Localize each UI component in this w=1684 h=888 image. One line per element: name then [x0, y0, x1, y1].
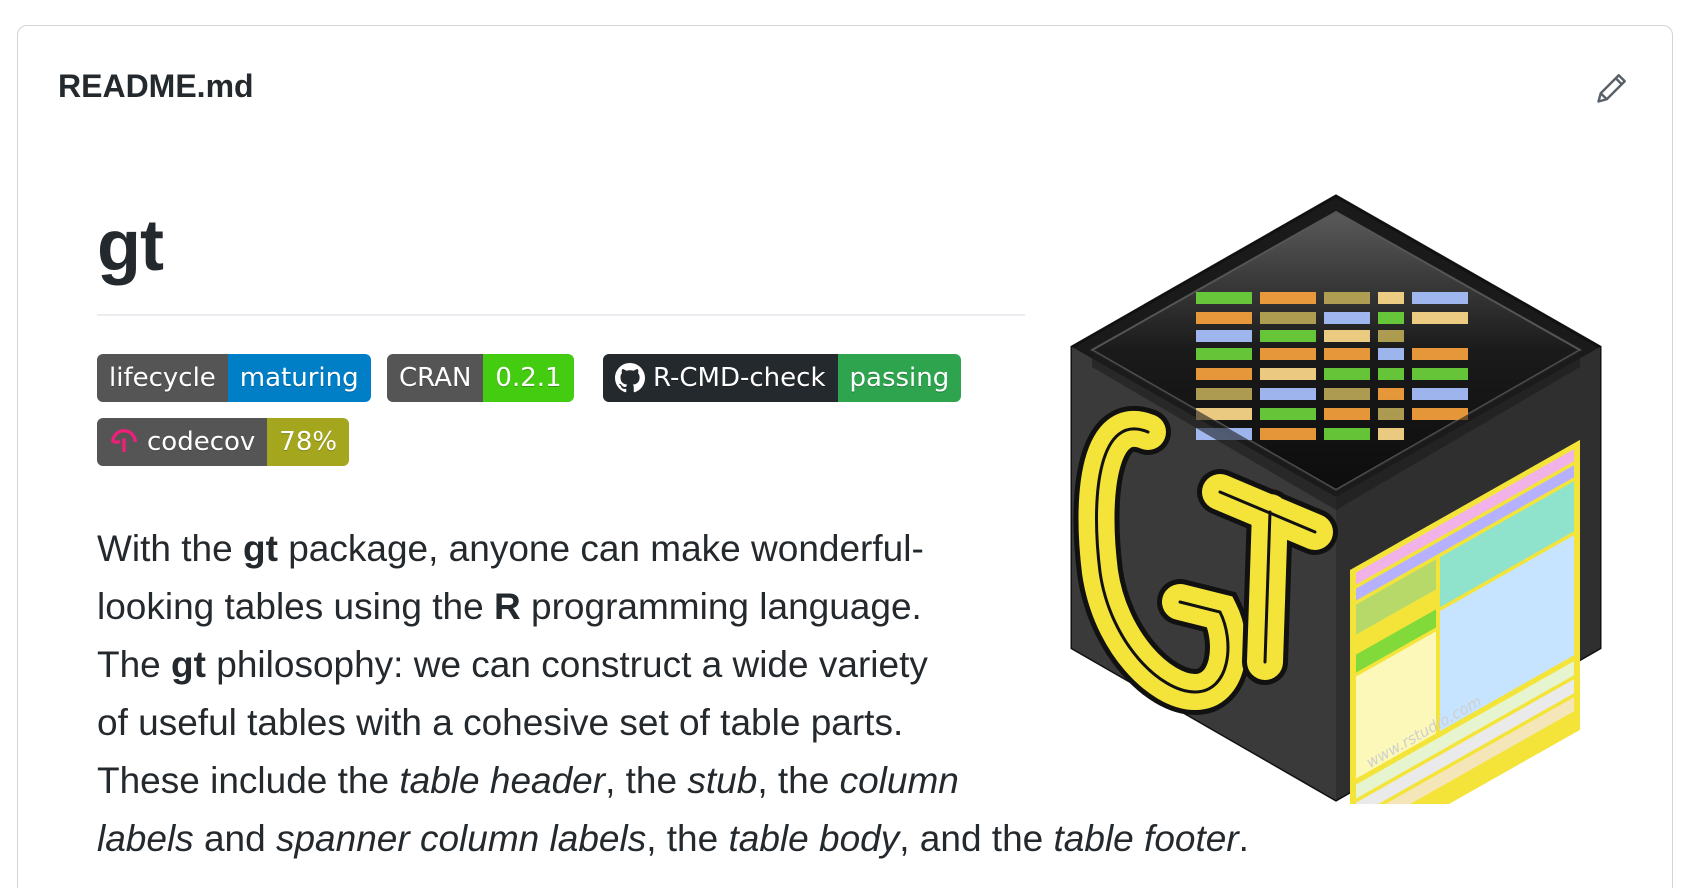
badge-value: passing: [837, 354, 962, 402]
codecov-badge[interactable]: codecov 78%: [97, 418, 350, 466]
readme-header: README.md: [18, 26, 1672, 148]
page-title: gt: [97, 206, 164, 286]
edit-file-button[interactable]: [1592, 68, 1632, 108]
badge-label-wrap: R-CMD-check: [603, 354, 838, 402]
readme-filename: README.md: [58, 68, 254, 104]
badge-label: codecov: [147, 427, 256, 457]
gt-logo: www.rstudio.com: [1070, 194, 1602, 804]
codecov-icon: [111, 429, 137, 452]
badge-label: lifecycle: [97, 354, 228, 402]
lifecycle-badge[interactable]: lifecycle maturing: [97, 354, 371, 402]
badge-value: maturing: [227, 354, 371, 402]
badge-value: 78%: [267, 418, 350, 466]
cran-badge[interactable]: CRAN 0.2.1: [387, 354, 574, 402]
badge-value: 0.2.1: [483, 354, 574, 402]
rcmd-check-badge[interactable]: R-CMD-check passing: [603, 354, 962, 402]
intro-line: labels and spanner column labels, the ta…: [97, 818, 1249, 859]
heading-divider: [97, 314, 1025, 316]
badge-label: CRAN: [387, 354, 484, 402]
pencil-icon: [1597, 74, 1626, 103]
badge-label-wrap: codecov: [97, 418, 268, 466]
github-icon: [615, 363, 645, 393]
badge-label: R-CMD-check: [653, 363, 826, 393]
